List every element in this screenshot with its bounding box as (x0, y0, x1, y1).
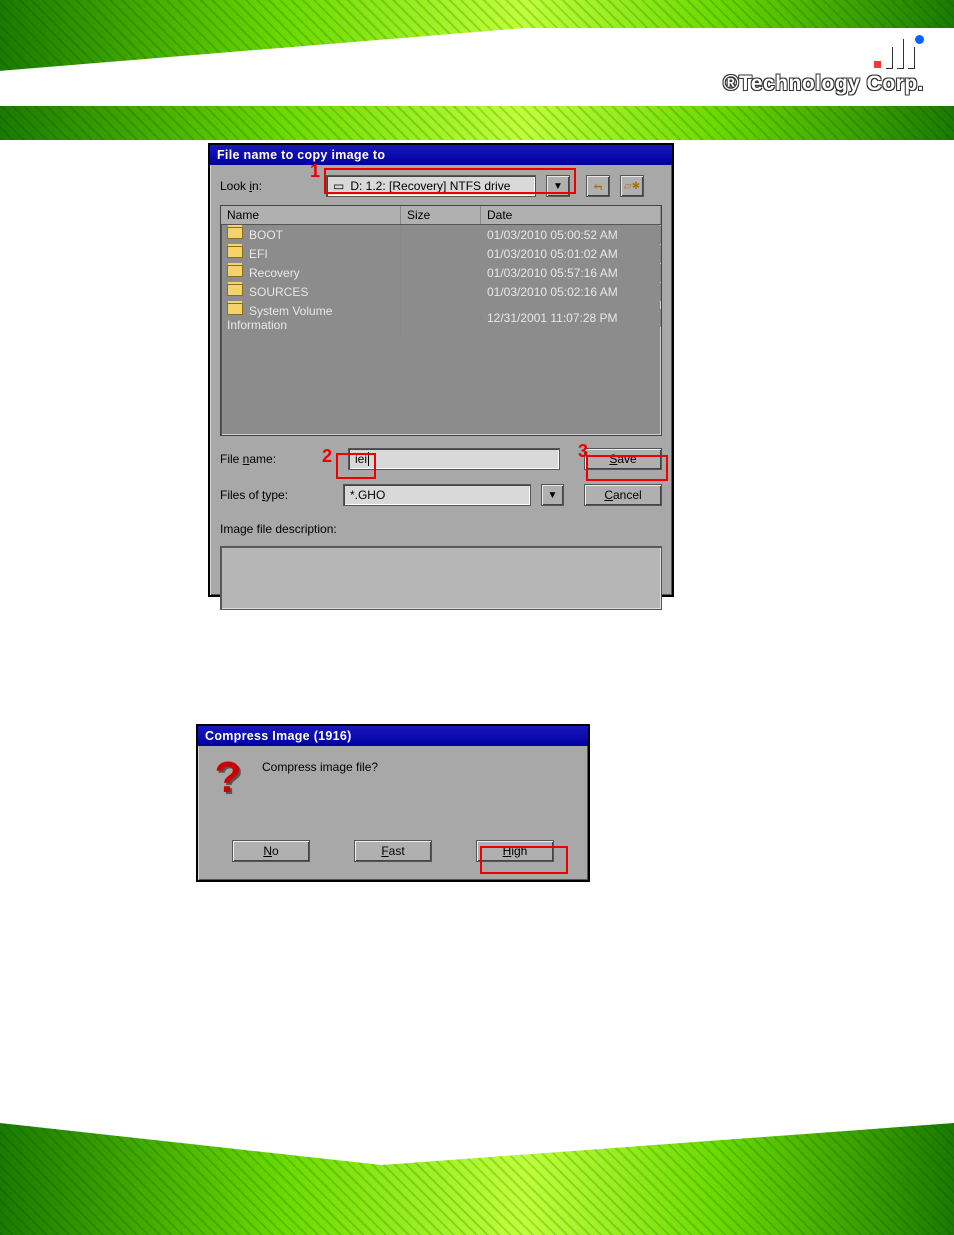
cancel-button[interactable]: Cancel (584, 484, 662, 506)
list-item[interactable]: EFI 01/03/2010 05:01:02 AM (221, 244, 661, 263)
col-size[interactable]: Size (401, 206, 481, 224)
files-of-type-dropdown-button[interactable]: ▼ (541, 484, 564, 506)
image-description-label: Image file description: (220, 516, 662, 542)
folder-icon (227, 265, 243, 277)
files-of-type-value: *.GHO (350, 488, 385, 502)
compress-dialog: Compress Image (1916) ? Compress image f… (196, 724, 590, 882)
fast-button[interactable]: Fast (354, 840, 432, 862)
file-list-header: Name Size Date (221, 206, 661, 225)
files-of-type-select[interactable]: *.GHO (343, 484, 531, 506)
file-name-label: File name: (220, 446, 338, 472)
col-name[interactable]: Name (221, 206, 401, 224)
compress-message: Compress image file? (262, 754, 378, 774)
look-in-label: Look in: (220, 173, 316, 199)
callout-box-1 (324, 168, 576, 194)
callout-box-3 (586, 455, 668, 481)
col-date[interactable]: Date (481, 206, 661, 224)
question-icon: ? (208, 754, 248, 802)
image-description-textarea[interactable] (220, 546, 662, 610)
dialog-title: File name to copy image to (210, 145, 672, 165)
chevron-down-icon: ▼ (548, 490, 558, 501)
save-dialog: File name to copy image to Look in: ▭ D:… (208, 143, 674, 597)
banner-bottom (0, 1095, 954, 1235)
callout-box-2 (336, 453, 376, 479)
folder-icon (227, 284, 243, 296)
list-item[interactable]: BOOT 01/03/2010 05:00:52 AM (221, 225, 661, 244)
file-list[interactable]: BOOT 01/03/2010 05:00:52 AM EFI 01/03/20… (221, 225, 661, 435)
folder-icon (227, 246, 243, 258)
files-of-type-label: Files of type: (220, 482, 333, 508)
folder-icon (227, 227, 243, 239)
list-item[interactable]: Recovery 01/03/2010 05:57:16 AM (221, 263, 661, 282)
callout-box-high (480, 846, 568, 874)
list-item[interactable]: SOURCES 01/03/2010 05:02:16 AM (221, 282, 661, 301)
file-name-input[interactable]: iei (348, 448, 560, 470)
folder-icon (227, 303, 243, 315)
new-folder-button[interactable]: ▱✱ (620, 175, 644, 197)
up-folder-button[interactable]: ⮢ (586, 175, 610, 197)
list-item[interactable]: System Volume Information 12/31/2001 11:… (221, 301, 661, 334)
dialog-title: Compress Image (1916) (198, 726, 588, 746)
callout-number-1: 1 (310, 161, 320, 182)
no-button[interactable]: No (232, 840, 310, 862)
callout-number-2: 2 (322, 446, 332, 467)
